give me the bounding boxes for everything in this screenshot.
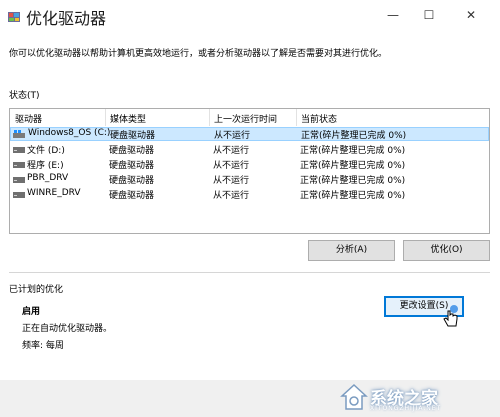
drive-status: 正常(碎片整理已完成 0%) [300,161,406,171]
description-text: 你可以优化驱动器以帮助计算机更高效地运行，或者分析驱动器以了解是否需要对其进行优… [9,49,388,59]
drive-status: 正常(碎片整理已完成 0%) [300,191,406,201]
column-separator[interactable] [105,109,106,126]
drive-last-run: 从不运行 [213,146,250,156]
hard-drive-icon [13,177,25,183]
defrag-app-icon [8,12,20,22]
optimize-button[interactable]: 优化(O) [403,240,490,261]
drive-name: WINRE_DRV [27,188,81,198]
windows-drive-icon [13,130,25,138]
window-title: 优化驱动器 [26,9,107,28]
column-header-last-run[interactable]: 上一次运行时间 [214,112,277,125]
column-header-status[interactable]: 当前状态 [301,112,337,125]
drive-status: 正常(碎片整理已完成 0%) [300,176,406,186]
drive-row[interactable]: 程序 (E:) 硬盘驱动器 从不运行 正常(碎片整理已完成 0%) [10,157,489,171]
drive-media-type: 硬盘驱动器 [109,191,155,201]
watermark-logo: 系统之家 XITONGZHIJIA.NET [326,381,496,415]
optimize-drives-window: 优化驱动器 — ☐ ✕ 你可以优化驱动器以帮助计算机更高效地运行，或者分析驱动器… [0,0,500,417]
drive-last-run: 从不运行 [214,131,251,141]
drive-row[interactable]: 文件 (D:) 硬盘驱动器 从不运行 正常(碎片整理已完成 0%) [10,142,489,156]
watermark-subtext: XITONGZHIJIA.NET [370,405,442,412]
column-headers: 驱动器 媒体类型 上一次运行时间 当前状态 [10,109,489,126]
column-separator[interactable] [209,109,210,126]
minimize-button[interactable]: — [378,4,408,26]
drive-list[interactable]: 驱动器 媒体类型 上一次运行时间 当前状态 Windows8_OS (C:) 硬… [9,108,490,234]
status-label: 状态(T) [9,91,40,101]
column-separator[interactable] [296,109,297,126]
frequency-text: 频率: 每周 [22,341,64,351]
drive-last-run: 从不运行 [213,176,250,186]
analyze-button[interactable]: 分析(A) [308,240,395,261]
section-divider [9,272,490,273]
drive-name: 文件 (D:) [27,146,65,156]
drive-last-run: 从不运行 [213,191,250,201]
maximize-button[interactable]: ☐ [414,4,444,26]
column-header-drive[interactable]: 驱动器 [15,112,42,125]
drive-name: Windows8_OS (C:) [28,128,111,138]
drive-status: 正常(碎片整理已完成 0%) [301,131,407,141]
drive-media-type: 硬盘驱动器 [109,176,155,186]
hard-drive-icon [13,147,25,153]
hard-drive-icon [13,192,25,198]
drive-row[interactable]: Windows8_OS (C:) 硬盘驱动器 从不运行 正常(碎片整理已完成 0… [10,127,489,141]
title-bar[interactable]: 优化驱动器 — ☐ ✕ [0,0,500,34]
schedule-state-label: 启用 [22,307,41,317]
hand-cursor-icon [443,305,458,327]
drive-row[interactable]: PBR_DRV 硬盘驱动器 从不运行 正常(碎片整理已完成 0%) [10,172,489,186]
drive-name: 程序 (E:) [27,161,64,171]
drive-row[interactable]: WINRE_DRV 硬盘驱动器 从不运行 正常(碎片整理已完成 0%) [10,187,489,201]
hard-drive-icon [13,162,25,168]
column-header-media-type[interactable]: 媒体类型 [110,112,146,125]
drive-media-type: 硬盘驱动器 [109,161,155,171]
drive-name: PBR_DRV [27,173,69,183]
drive-media-type: 硬盘驱动器 [109,146,155,156]
close-button[interactable]: ✕ [456,4,486,26]
scheduled-optimization-label: 已计划的优化 [9,285,64,295]
auto-optimize-text: 正在自动优化驱动器。 [22,324,113,334]
house-logo-icon [340,383,368,410]
drive-media-type: 硬盘驱动器 [110,131,156,141]
drive-last-run: 从不运行 [213,161,250,171]
drive-status: 正常(碎片整理已完成 0%) [300,146,406,156]
